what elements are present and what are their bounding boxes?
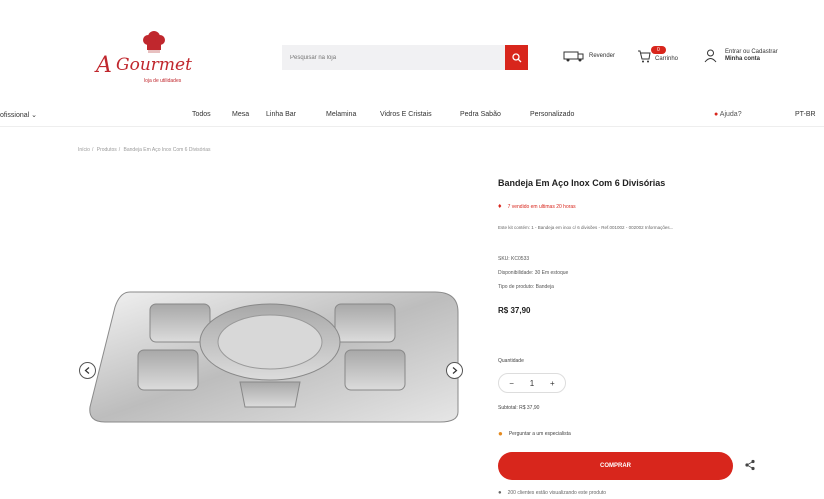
- chat-icon: ●: [498, 429, 503, 438]
- search-input[interactable]: [282, 45, 505, 70]
- nav-item-pedra-sabao[interactable]: Pedra Sabão: [460, 111, 501, 118]
- store-logo[interactable]: A Gourmet loja de utilidades: [92, 30, 227, 88]
- chevron-right-icon: [452, 367, 458, 374]
- viewers-notice: ● 200 clientes estão visualizando este p…: [498, 490, 607, 496]
- image-next-button[interactable]: [446, 362, 463, 379]
- breadcrumb-current: Bandeja Em Aço Inox Com 6 Divisórias: [123, 147, 211, 153]
- nav-item-vidros-cristais[interactable]: Vidros E Cristais: [380, 111, 432, 118]
- nav-divider: [0, 126, 824, 127]
- breadcrumb: Início / Produtos / Bandeja Em Aço Inox Co…: [78, 147, 211, 153]
- chevron-down-icon: ⌄: [31, 112, 38, 119]
- fire-icon: ♦: [498, 203, 502, 210]
- search-bar: [282, 45, 528, 70]
- help-link[interactable]: ● Ajuda?: [714, 111, 742, 118]
- product-title: Bandeja Em Aço Inox Com 6 Divisórias: [498, 178, 666, 188]
- truck-icon: [563, 51, 584, 62]
- breadcrumb-home[interactable]: Início: [78, 147, 90, 153]
- eye-icon: ●: [498, 490, 502, 496]
- quantity-label: Quantidade: [498, 358, 524, 364]
- nav-item-mesa[interactable]: Mesa: [232, 111, 249, 118]
- cart-icon: [638, 50, 651, 63]
- product-description: Este kit contém: 1 - Bandeja em inox c/ …: [498, 225, 674, 230]
- help-icon: ●: [714, 111, 719, 118]
- account-line1: Entrar ou Cadastrar: [725, 49, 778, 55]
- nav-item-personalizado[interactable]: Personalizado: [530, 111, 574, 118]
- svg-text:Gourmet: Gourmet: [116, 55, 192, 75]
- search-button[interactable]: [505, 45, 528, 70]
- user-icon: [704, 49, 717, 63]
- revender-label: Revender: [589, 52, 616, 59]
- nav-item-todos[interactable]: Todos: [192, 111, 211, 118]
- language-selector[interactable]: PT-BR: [795, 111, 816, 118]
- buy-button[interactable]: COMPRAR: [498, 452, 733, 480]
- cart-label: Carrinho: [655, 56, 679, 62]
- cart-count-badge: 0: [651, 46, 666, 54]
- product-sku: SKU: KC0533: [498, 256, 530, 262]
- account-line2: Minha conta: [725, 56, 761, 62]
- main-nav: ofissional ⌄ Todos Mesa Linha Bar Melami…: [0, 108, 824, 124]
- product-price: R$ 37,90: [498, 306, 531, 315]
- product-availability: Disponibilidade: 30 Em estoque: [498, 270, 569, 276]
- cart-button[interactable]: 0 Carrinho: [637, 46, 679, 63]
- chevron-left-icon: [84, 367, 90, 374]
- share-icon[interactable]: [744, 459, 756, 471]
- search-icon: [511, 52, 521, 62]
- account-link[interactable]: Entrar ou Cadastrar Minha conta: [704, 49, 778, 63]
- breadcrumb-products[interactable]: Produtos: [97, 147, 117, 153]
- quantity-decrease-button[interactable]: −: [505, 379, 519, 388]
- quantity-stepper: − 1 +: [498, 373, 566, 393]
- svg-text:loja de utilidades: loja de utilidades: [144, 78, 182, 84]
- quantity-value[interactable]: 1: [530, 379, 534, 388]
- svg-text:A: A: [94, 53, 112, 78]
- ask-specialist-link[interactable]: ● Perguntar a um especialista: [498, 429, 571, 438]
- subtotal: Subtotal: R$ 37,90: [498, 405, 540, 411]
- sales-hot-notice: ♦ 7 vendido em ultimas 20 horas: [498, 203, 576, 210]
- product-type: Tipo de produto: Bandeja: [498, 284, 554, 290]
- quantity-increase-button[interactable]: +: [545, 379, 559, 388]
- nav-item-linha-bar[interactable]: Linha Bar: [266, 111, 296, 118]
- nav-item-profissional[interactable]: ofissional ⌄: [0, 111, 37, 119]
- revender-link[interactable]: Revender: [563, 50, 615, 62]
- nav-item-melamina[interactable]: Melamina: [326, 111, 356, 118]
- product-image[interactable]: [80, 282, 470, 432]
- image-prev-button[interactable]: [79, 362, 96, 379]
